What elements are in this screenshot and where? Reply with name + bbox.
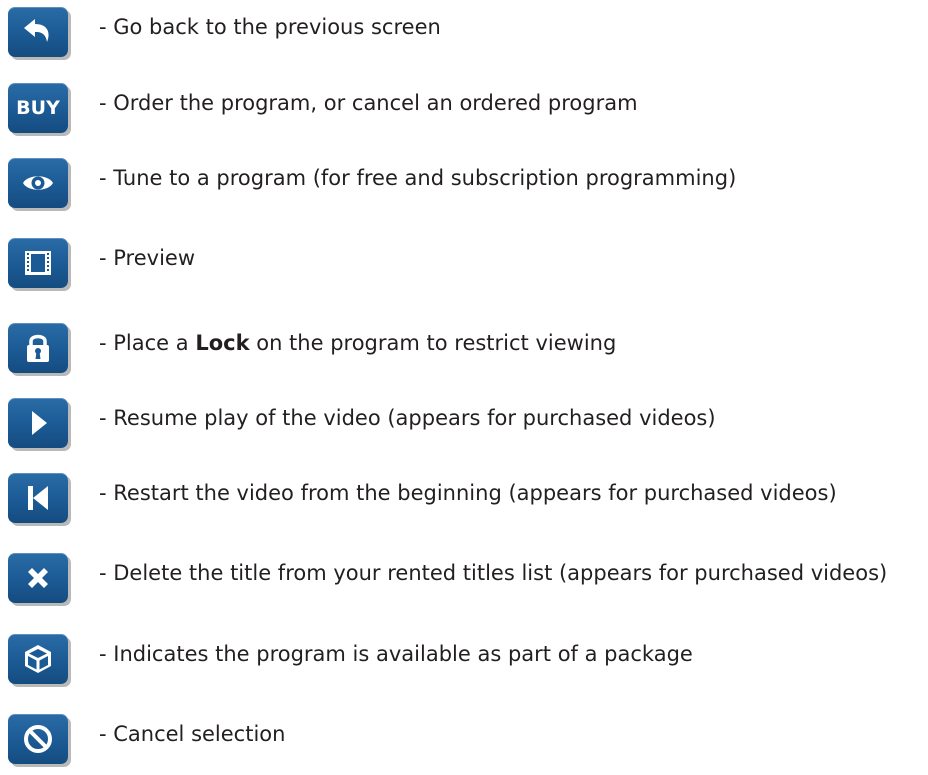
legend-text-lock-bold: Lock bbox=[195, 331, 250, 355]
legend-text-preview: - Preview bbox=[99, 246, 195, 270]
play-icon bbox=[32, 411, 47, 435]
cancel-icon bbox=[24, 725, 52, 753]
lock-icon bbox=[27, 334, 49, 362]
cancel-button[interactable] bbox=[8, 714, 68, 764]
lock-button[interactable] bbox=[8, 323, 68, 373]
back-arrow-icon bbox=[24, 19, 49, 42]
legend-text-back: - Go back to the previous screen bbox=[99, 15, 441, 39]
preview-button[interactable] bbox=[8, 238, 68, 288]
legend-text-tune: - Tune to a program (for free and subscr… bbox=[99, 166, 737, 190]
back-button[interactable] bbox=[8, 7, 68, 57]
delete-button[interactable] bbox=[8, 553, 68, 603]
film-icon bbox=[25, 251, 51, 275]
legend-row-back: - Go back to the previous screen bbox=[0, 5, 928, 61]
legend-text-package: - Indicates the program is available as … bbox=[99, 642, 693, 666]
legend-row-delete: - Delete the title from your rented titl… bbox=[0, 551, 928, 607]
buy-button[interactable]: BUY bbox=[8, 83, 68, 133]
restart-button[interactable] bbox=[8, 473, 68, 523]
legend-row-cancel: - Cancel selection bbox=[0, 712, 928, 768]
icon-legend: - Go back to the previous screen BUY - O… bbox=[0, 0, 928, 775]
eye-icon bbox=[23, 176, 53, 190]
legend-text-restart: - Restart the video from the beginning (… bbox=[99, 481, 837, 505]
delete-icon bbox=[28, 568, 48, 588]
legend-text-lock-after: on the program to restrict viewing bbox=[249, 331, 617, 355]
legend-row-package: - Indicates the program is available as … bbox=[0, 632, 928, 688]
legend-text-cancel: - Cancel selection bbox=[99, 722, 286, 746]
legend-text-buy: - Order the program, or cancel an ordere… bbox=[99, 91, 638, 115]
legend-row-resume: - Resume play of the video (appears for … bbox=[0, 396, 928, 452]
legend-row-restart: - Restart the video from the beginning (… bbox=[0, 471, 928, 527]
legend-text-lock-before: - Place a bbox=[99, 331, 196, 355]
resume-button[interactable] bbox=[8, 398, 68, 448]
legend-row-preview: - Preview bbox=[0, 236, 928, 292]
tune-button[interactable] bbox=[8, 158, 68, 208]
package-box-icon bbox=[25, 645, 51, 673]
legend-text-delete: - Delete the title from your rented titl… bbox=[99, 561, 888, 585]
legend-text-resume: - Resume play of the video (appears for … bbox=[99, 406, 716, 430]
buy-icon: BUY bbox=[16, 97, 60, 119]
legend-row-tune: - Tune to a program (for free and subscr… bbox=[0, 156, 928, 212]
restart-icon bbox=[28, 486, 48, 510]
legend-row-buy: BUY - Order the program, or cancel an or… bbox=[0, 81, 928, 137]
legend-row-lock: - Place a Lock on the program to restric… bbox=[0, 321, 928, 377]
legend-text-lock: - Place a Lock on the program to restric… bbox=[99, 331, 616, 355]
package-button[interactable] bbox=[8, 634, 68, 684]
